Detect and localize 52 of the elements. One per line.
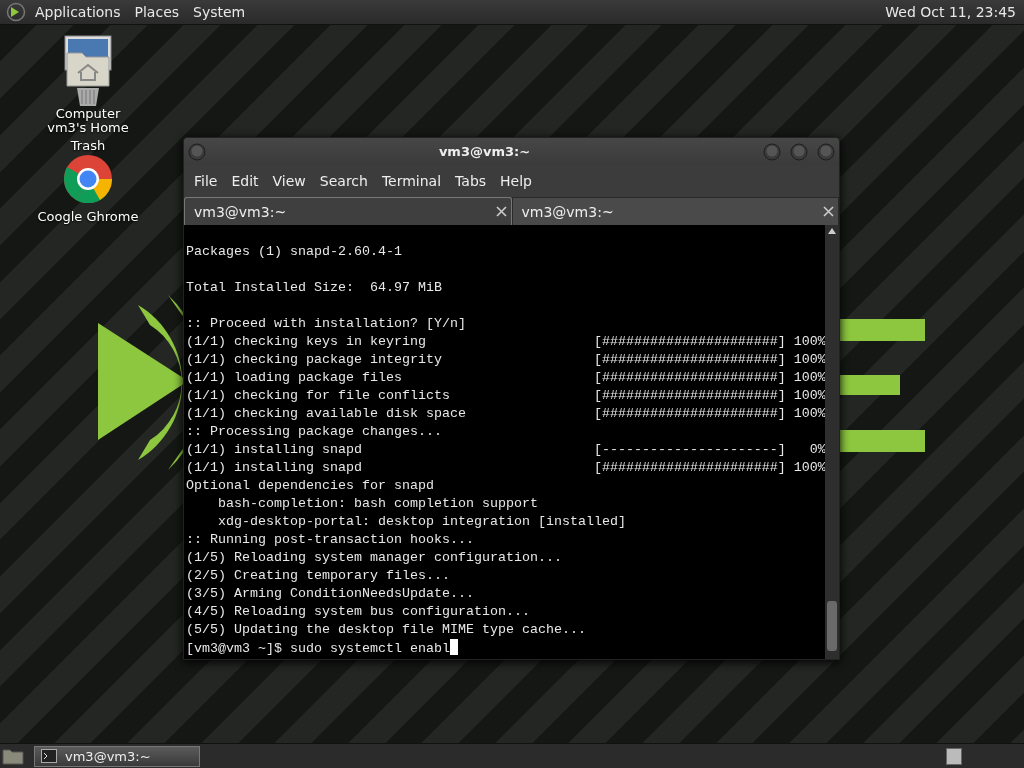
menu-item[interactable]: Help	[496, 173, 542, 189]
menu-logo-icon[interactable]	[6, 2, 26, 22]
terminal-line: (2/5) Creating temporary files...	[186, 567, 450, 585]
terminal-line: (5/5) Updating the desktop file MIME type cache...	[186, 621, 586, 639]
terminal-line: Optional dependencies for snapd	[186, 477, 434, 495]
menu-item[interactable]: Edit	[227, 173, 269, 189]
terminal-line: (3/5) Arming ConditionNeedsUpdate...	[186, 585, 474, 603]
panel-menu[interactable]: System	[186, 4, 253, 20]
terminal-line: (1/5) Reloading system manager configuration...	[186, 549, 562, 567]
terminal-tab[interactable]: vm3@vm3:~	[511, 197, 839, 225]
menu-item[interactable]: View	[268, 173, 316, 189]
terminal-line: (1/1) loading package files [######################] 100%	[186, 369, 825, 387]
terminal-line: (1/1) checking package integrity [######################] 100%	[186, 351, 825, 369]
terminal-icon	[41, 749, 57, 763]
trash-icon[interactable]	[76, 88, 100, 106]
terminal-line: (1/1) checking available disk space [######################] 100%	[186, 405, 825, 423]
terminal-line: (1/1) installing snapd [----------------------] 0%	[186, 441, 825, 459]
show-desktop-icon[interactable]	[2, 747, 24, 765]
terminal-tab[interactable]: vm3@vm3:~	[184, 197, 512, 225]
terminal-line: (1/1) installing snapd [######################] 100%	[186, 459, 825, 477]
icon-label: Coogle Ghrome	[37, 209, 139, 224]
menu-item[interactable]: File	[190, 173, 228, 189]
workspace-switcher-icon[interactable]	[946, 747, 962, 765]
panel-menu[interactable]: Applications	[28, 4, 128, 20]
terminal-line: :: Proceed with installation? [Y/n]	[186, 315, 466, 333]
text-cursor	[449, 639, 458, 655]
close-icon[interactable]	[495, 206, 507, 217]
terminal-line: (4/5) Reloading system bus configuration...	[186, 603, 530, 621]
terminal-line: bash-completion: bash completion support	[217, 495, 538, 513]
terminal-line: (1/1) checking keys in keyring [######################] 100%	[186, 333, 825, 351]
scroll-up-icon[interactable]	[828, 228, 836, 234]
scrollbar[interactable]	[825, 225, 839, 659]
menu-item[interactable]: Search	[315, 173, 378, 189]
browser-icon[interactable]	[64, 155, 112, 203]
window-title: vm3@vm3:~	[437, 144, 532, 159]
terminal-line: :: Running post-transaction hooks...	[186, 531, 474, 549]
icon-label: vm3's Home	[46, 121, 130, 135]
terminal-line: xdg-desktop-portal: desktop integration [installed]	[217, 513, 626, 531]
taskbar-button[interactable]: vm3@vm3:~	[34, 745, 200, 767]
icon-label: Trash	[69, 139, 107, 153]
command-prompt[interactable]: [vm3@vm3 ~]$ sudo systemctl enabl	[186, 639, 458, 658]
terminal-line: (1/1) checking for file conflicts [######################] 100%	[186, 387, 825, 405]
scrollbar-thumb[interactable]	[827, 601, 837, 651]
terminal-line: Packages (1) snapd-2.60.4-1	[186, 243, 402, 261]
menu-item[interactable]: Terminal	[377, 173, 452, 189]
terminal-line: Total Installed Size: 64.97 MiB	[186, 279, 442, 297]
clock: Wed Oct 11, 23:45	[885, 4, 1016, 20]
panel-menu[interactable]: Places	[127, 4, 187, 20]
menu-item[interactable]: Tabs	[451, 173, 497, 189]
terminal-line: :: Processing package changes...	[186, 423, 442, 441]
close-icon[interactable]	[823, 206, 834, 217]
icon-label: Computer	[54, 107, 122, 121]
